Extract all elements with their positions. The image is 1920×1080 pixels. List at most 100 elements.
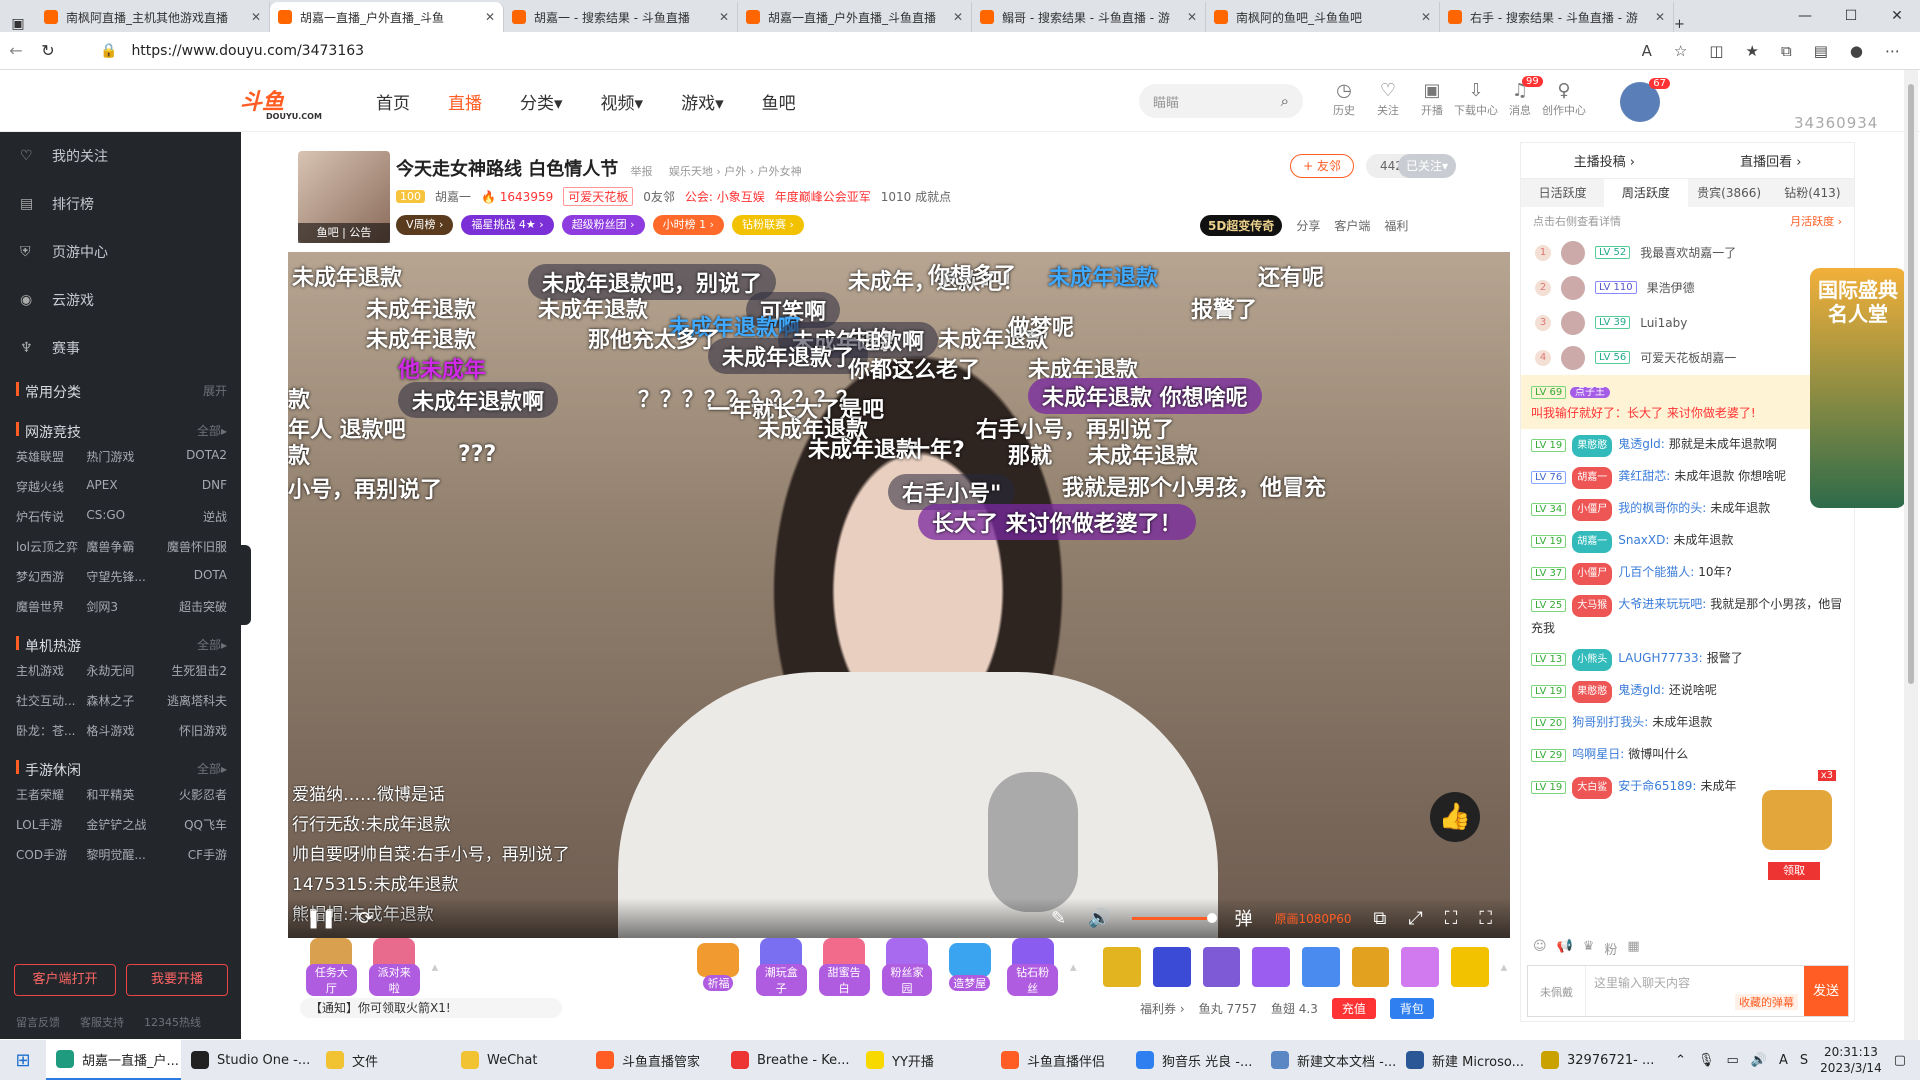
expand-link[interactable]: 展开 [203,382,227,402]
browser-tab[interactable]: 南枫阿直播_主机其他游戏直播 ✕ [36,2,270,32]
rank-row[interactable]: 4 LV 56 可爱天花板胡嘉一 [1521,340,1854,375]
follow-button[interactable]: + 友邻 [1290,154,1354,178]
gift-scroll-icon[interactable]: ▴ [432,960,441,975]
common-category-header[interactable]: 常用分类 展开 [0,372,241,408]
claim-button[interactable]: 领取 [1768,862,1820,880]
paid-gift-icon[interactable] [1450,947,1489,987]
fan-card-icon[interactable]: 粉 [1604,939,1617,958]
saved-danmaku-button[interactable]: 收藏的弹幕 [1735,994,1798,1010]
sidebar-item[interactable]: ◉ 云游戏 [0,276,241,324]
volume-icon[interactable]: 🔊 [1088,908,1110,929]
sidebar-collapse-handle[interactable] [241,545,251,625]
category-link[interactable]: 热门游戏 [86,448,156,466]
category-link[interactable]: 剑网3 [86,598,156,616]
taskbar-clock[interactable]: 20:31:13 2023/3/14 [1820,1044,1882,1076]
browser-tab[interactable]: 南枫阿的鱼吧_斗鱼鱼吧 ✕ [1206,2,1440,32]
rank-tab[interactable]: 贵宾(3866) [1688,179,1771,207]
chat-message[interactable]: LV 25 大马猴 大爷进来玩玩吧: 我就是那个小男孩，他冒充我 [1531,589,1844,643]
back-icon[interactable]: ← [0,41,32,60]
star-add-icon[interactable]: ☆ [1674,42,1687,60]
chat-username[interactable]: 鬼透gld: [1618,437,1665,451]
category-link[interactable]: 英雄联盟 [16,448,86,466]
chat-username[interactable]: 安于命65189: [1618,779,1696,793]
refresh-icon[interactable]: ↻ [32,41,64,60]
treasure-chest-icon[interactable]: x3 [1762,770,1836,850]
gift-item[interactable]: 祈福 [693,943,744,991]
fullscreen-icon[interactable]: ⛶ [1479,908,1492,929]
recharge-button[interactable]: 充值 [1331,998,1376,1019]
gift-item[interactable]: 甜蜜告白 [818,938,870,996]
tab-close-icon[interactable]: ✕ [1421,10,1431,24]
right-top-link[interactable]: 主播投稿 › [1574,151,1635,170]
category-link[interactable]: 金铲铲之战 [86,816,156,834]
sidebar-item[interactable]: ♆ 赛事 [0,324,241,372]
speaker-icon[interactable]: 🔊 [1751,1053,1767,1068]
refresh-stream-icon[interactable]: ⟳ [358,908,373,929]
taskbar-app[interactable]: 32976721- ... [1531,1040,1666,1080]
web-fullscreen-icon[interactable]: ⤢ [1408,908,1422,929]
trophy-icon[interactable]: ♛ [1583,939,1595,958]
header-heart-button[interactable]: ♡ 关注 [1366,80,1410,118]
collections-icon[interactable]: ⧉ [1781,42,1792,60]
room-tag[interactable]: 超级粉丝团 › [561,215,645,235]
streamer-name[interactable]: 胡嘉一 [435,188,471,205]
taskbar-app[interactable]: 文件 [316,1040,451,1080]
category-link[interactable]: LOL手游 [16,816,86,834]
guild-name[interactable]: 公会: 小象互娱 [685,188,765,205]
room-tag[interactable]: 小时榜 1 › [652,215,724,235]
report-link[interactable]: 举报 [631,165,653,178]
followed-dropdown[interactable]: 已关注▾ [1397,154,1456,178]
page-scrollbar[interactable] [1904,70,1918,1040]
chat-username[interactable]: LAUGH77733: [1618,651,1703,665]
category-link[interactable]: 永劫无间 [86,662,156,680]
sidebar-item[interactable]: ⛨ 页游中心 [0,228,241,276]
chat-message[interactable]: LV 19 果憨憨 鬼透gld: 还说啥呢 [1531,675,1844,707]
windows-start-icon[interactable]: ⊞ [0,1050,46,1071]
paid-gift-expand-icon[interactable]: ▴ [1501,960,1510,975]
browser-tab[interactable]: 胡嘉一直播_户外直播_斗鱼 ✕ [270,2,504,32]
danmaku-toggle-icon[interactable]: 弹 [1234,905,1252,931]
search-icon[interactable]: ⌕ [1281,92,1289,110]
section-more-link[interactable]: 全部▸ [197,422,227,442]
category-link[interactable]: 炉石传说 [16,508,86,526]
achievement-points[interactable]: 1010 成就点 [881,188,951,205]
taskbar-app[interactable]: 新建 Microso... [1396,1040,1531,1080]
gift-expand-icon[interactable]: ▴ [1070,960,1079,975]
video-player[interactable]: 未成年退款 未成年退款吧，别说了 未成年，退款吧！ 你想多了 未成年退款 还有呢 未成年退款… [288,252,1510,938]
nav-item[interactable]: 分类▾ [520,89,563,114]
chat-message[interactable]: LV 19 胡嘉一 SnaxXD: 未成年退款 [1531,525,1844,557]
tab-close-icon[interactable]: ✕ [251,10,261,24]
client-link[interactable]: 客户端 [1334,217,1370,234]
sidebar-item[interactable]: ♡ 我的关注 [0,132,241,180]
welfare-link[interactable]: 福利 [1384,217,1408,234]
gift-item[interactable]: 粉丝家园 [881,938,933,996]
gift-item[interactable]: 任务大厅 [306,938,357,996]
category-link[interactable]: QQ飞车 [157,816,227,834]
follower-count[interactable]: 442203 已关注▾ [1366,154,1456,178]
taskbar-app[interactable]: 新建文本文档 -... [1261,1040,1396,1080]
friends-count[interactable]: 0友邻 [643,188,675,205]
chat-message[interactable]: LV 13 小熊头 LAUGH77733: 报警了 [1531,643,1844,675]
category-link[interactable]: 生死狙击2 [157,662,227,680]
category-link[interactable]: APEX [86,478,156,496]
category-link[interactable]: 森林之子 [86,692,156,710]
header-clock-button[interactable]: ◷ 历史 [1322,80,1366,118]
pip-icon[interactable]: ⧉ [1374,908,1387,929]
rank-row[interactable]: 1 LV 52 我最喜欢胡嘉一了 [1521,235,1854,270]
share-link[interactable]: 分享 [1296,217,1320,234]
category-link[interactable]: 主机游戏 [16,662,86,680]
gift-item[interactable]: 钻石粉丝 [1007,938,1059,996]
taskbar-app[interactable]: 斗鱼直播管家 [586,1040,721,1080]
nav-item[interactable]: 游戏▾ [681,89,724,114]
theater-icon[interactable]: ⛶ [1445,908,1458,929]
close-window-icon[interactable]: ✕ [1874,8,1920,24]
scrollbar-thumb[interactable] [1908,84,1914,684]
category-link[interactable]: DNF [157,478,227,496]
chat-username[interactable]: 龚红甜芯: [1618,469,1670,483]
category-link[interactable]: 逃离塔科夫 [157,692,227,710]
open-client-button[interactable]: 客户端打开 [14,964,116,996]
cover-label[interactable]: 鱼吧 | 公告 [298,223,390,243]
tab-actions-icon[interactable]: ▣ [0,16,36,32]
fan-badge[interactable]: 可爱天花板 [563,187,634,206]
right-top-link[interactable]: 直播回看 › [1740,151,1801,170]
